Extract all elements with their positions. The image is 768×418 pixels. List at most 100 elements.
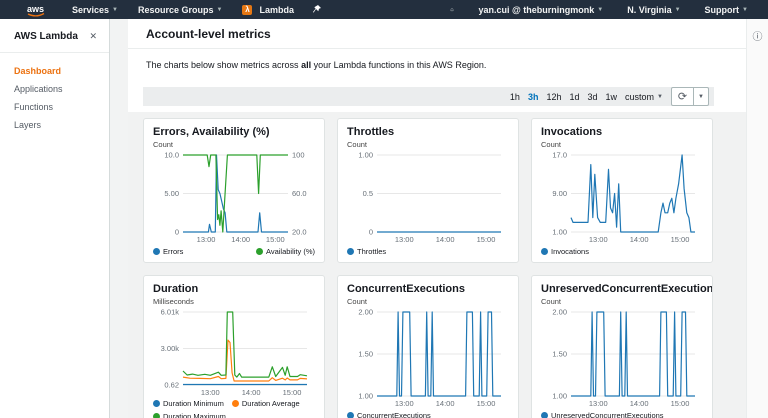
range-1d[interactable]: 1d — [569, 92, 579, 102]
svg-text:15:00: 15:00 — [477, 399, 496, 408]
time-range-list: 1h 3h 12h 1d 3d 1w — [510, 92, 617, 102]
legend-label: Throttles — [357, 246, 386, 257]
legend-item: Availability (%) — [256, 246, 315, 257]
aws-logo[interactable]: aws — [24, 3, 48, 17]
page-header: Account-level metrics — [128, 19, 746, 49]
nav-account-label: yan.cui @ theburningmonk — [478, 5, 594, 15]
svg-text:3.00k: 3.00k — [161, 344, 180, 353]
sidebar-item-layers[interactable]: Layers — [0, 116, 109, 134]
chevron-down-icon: ▼ — [657, 94, 663, 100]
legend-dot-icon — [347, 248, 354, 255]
page-description: The charts below show metrics across all… — [128, 49, 746, 79]
chart-legend-throttles: Throttles — [347, 246, 509, 257]
svg-text:1.00: 1.00 — [358, 151, 373, 160]
svg-text:60.0: 60.0 — [292, 189, 307, 198]
content-panel: Account-level metrics The charts below s… — [128, 19, 746, 418]
refresh-button[interactable]: ⟳ — [671, 87, 694, 106]
chart-throttles: 1.000.5013:0014:0015:00 — [347, 151, 509, 245]
chart-card-duration: DurationMilliseconds6.01k3.00k0.6213:001… — [143, 275, 325, 418]
svg-text:9.00: 9.00 — [552, 189, 567, 198]
legend-dot-icon — [256, 248, 263, 255]
svg-text:14:00: 14:00 — [231, 235, 250, 244]
legend-dot-icon — [347, 412, 354, 418]
chevron-down-icon: ▼ — [675, 7, 681, 13]
charts-area: Errors, Availability (%)Count10.05.00010… — [128, 112, 746, 418]
svg-text:20.0: 20.0 — [292, 228, 307, 237]
chart-concurrent-executions: 2.001.501.0013:0014:0015:00 — [347, 308, 509, 409]
chart-ylabel-concurrent-executions: Count — [347, 297, 509, 306]
help-panel-strip: ⓘ — [746, 19, 768, 418]
svg-text:1.50: 1.50 — [552, 350, 567, 359]
svg-text:13:00: 13:00 — [589, 235, 608, 244]
charts-grid: Errors, Availability (%)Count10.05.00010… — [143, 118, 714, 418]
nav-resource-groups-menu[interactable]: Resource Groups ▼ — [128, 0, 232, 19]
legend-label: ConcurrentExecutions — [357, 410, 431, 418]
nav-support-label: Support — [705, 5, 740, 15]
nav-support-menu[interactable]: Support ▼ — [695, 5, 758, 15]
sidebar-nav: DashboardApplicationsFunctionsLayers — [0, 53, 109, 134]
legend-label: Duration Average — [242, 398, 300, 409]
refresh-options-button[interactable]: ▼ — [694, 87, 709, 106]
chart-title-concurrent-executions: ConcurrentExecutions — [347, 283, 509, 295]
info-icon[interactable]: ⓘ — [753, 32, 763, 43]
nav-services-label: Services — [72, 5, 109, 15]
chart-ylabel-throttles: Count — [347, 140, 509, 149]
legend-item: Duration Average — [232, 398, 300, 409]
bell-icon[interactable] — [440, 4, 464, 16]
svg-text:1.00: 1.00 — [552, 392, 567, 401]
nav-region-menu[interactable]: N. Virginia ▼ — [617, 5, 690, 15]
chart-title-invocations: Invocations — [541, 126, 703, 138]
svg-text:15:00: 15:00 — [266, 235, 285, 244]
nav-lambda-shortcut[interactable]: λ Lambda — [232, 0, 304, 19]
legend-item: Errors — [153, 246, 183, 257]
range-1w[interactable]: 1w — [606, 92, 618, 102]
chart-legend-duration: Duration MinimumDuration AverageDuration… — [153, 398, 315, 418]
sidebar-item-dashboard[interactable]: Dashboard — [0, 62, 109, 80]
chart-ylabel-duration: Milliseconds — [153, 297, 315, 306]
chart-legend-errors-availability: Errors Availability (%) — [153, 246, 315, 257]
range-1h[interactable]: 1h — [510, 92, 520, 102]
svg-text:aws: aws — [27, 4, 44, 14]
legend-dot-icon — [232, 400, 239, 407]
svg-text:1.50: 1.50 — [358, 350, 373, 359]
aws-console: aws Services ▼ Resource Groups ▼ λ Lambd… — [0, 0, 768, 418]
legend-dot-icon — [541, 248, 548, 255]
nav-services-menu[interactable]: Services ▼ — [62, 0, 128, 19]
legend-dot-icon — [153, 400, 160, 407]
legend-item: ConcurrentExecutions — [347, 410, 431, 418]
legend-label: Duration Maximum — [163, 411, 226, 418]
chevron-down-icon: ▼ — [597, 7, 603, 13]
sidebar-item-applications[interactable]: Applications — [0, 80, 109, 98]
chart-invocations: 17.09.001.0013:0014:0015:00 — [541, 151, 703, 245]
legend-label: UnreservedConcurrentExecutions — [551, 410, 664, 418]
nav-right-group: yan.cui @ theburningmonk ▼ N. Virginia ▼… — [440, 4, 758, 16]
svg-text:1.00: 1.00 — [358, 392, 373, 401]
description-bold: all — [301, 60, 311, 70]
nav-account-menu[interactable]: yan.cui @ theburningmonk ▼ — [468, 5, 613, 15]
chart-title-throttles: Throttles — [347, 126, 509, 138]
svg-text:0.5: 0.5 — [363, 189, 373, 198]
top-navigation-bar: aws Services ▼ Resource Groups ▼ λ Lambd… — [0, 0, 768, 19]
range-custom[interactable]: custom ▼ — [625, 92, 663, 102]
svg-text:15:00: 15:00 — [477, 235, 496, 244]
range-3d[interactable]: 3d — [588, 92, 598, 102]
chart-legend-concurrent-executions: ConcurrentExecutions — [347, 410, 509, 418]
chart-legend-unreserved-concurrent-executions: UnreservedConcurrentExecutions — [541, 410, 703, 418]
svg-text:14:00: 14:00 — [436, 399, 455, 408]
chart-ylabel-unreserved-concurrent-executions: Count — [541, 297, 703, 306]
legend-dot-icon — [153, 413, 160, 418]
main-area: Account-level metrics The charts below s… — [110, 19, 746, 418]
chart-card-unreserved-concurrent-executions: UnreservedConcurrentExecutionsCount2.001… — [531, 275, 713, 418]
range-3h[interactable]: 3h — [528, 92, 539, 102]
close-icon[interactable]: ✕ — [89, 31, 97, 42]
nav-resource-groups-label: Resource Groups — [138, 5, 214, 15]
refresh-button-group: ⟳ ▼ — [671, 87, 709, 106]
refresh-icon: ⟳ — [678, 90, 687, 103]
legend-label: Availability (%) — [266, 246, 315, 257]
range-12h[interactable]: 12h — [546, 92, 561, 102]
svg-text:13:00: 13:00 — [395, 399, 414, 408]
chart-card-invocations: InvocationsCount17.09.001.0013:0014:0015… — [531, 118, 713, 263]
sidebar-item-functions[interactable]: Functions — [0, 98, 109, 116]
chart-card-concurrent-executions: ConcurrentExecutionsCount2.001.501.0013:… — [337, 275, 519, 418]
pin-icon[interactable] — [312, 4, 322, 15]
